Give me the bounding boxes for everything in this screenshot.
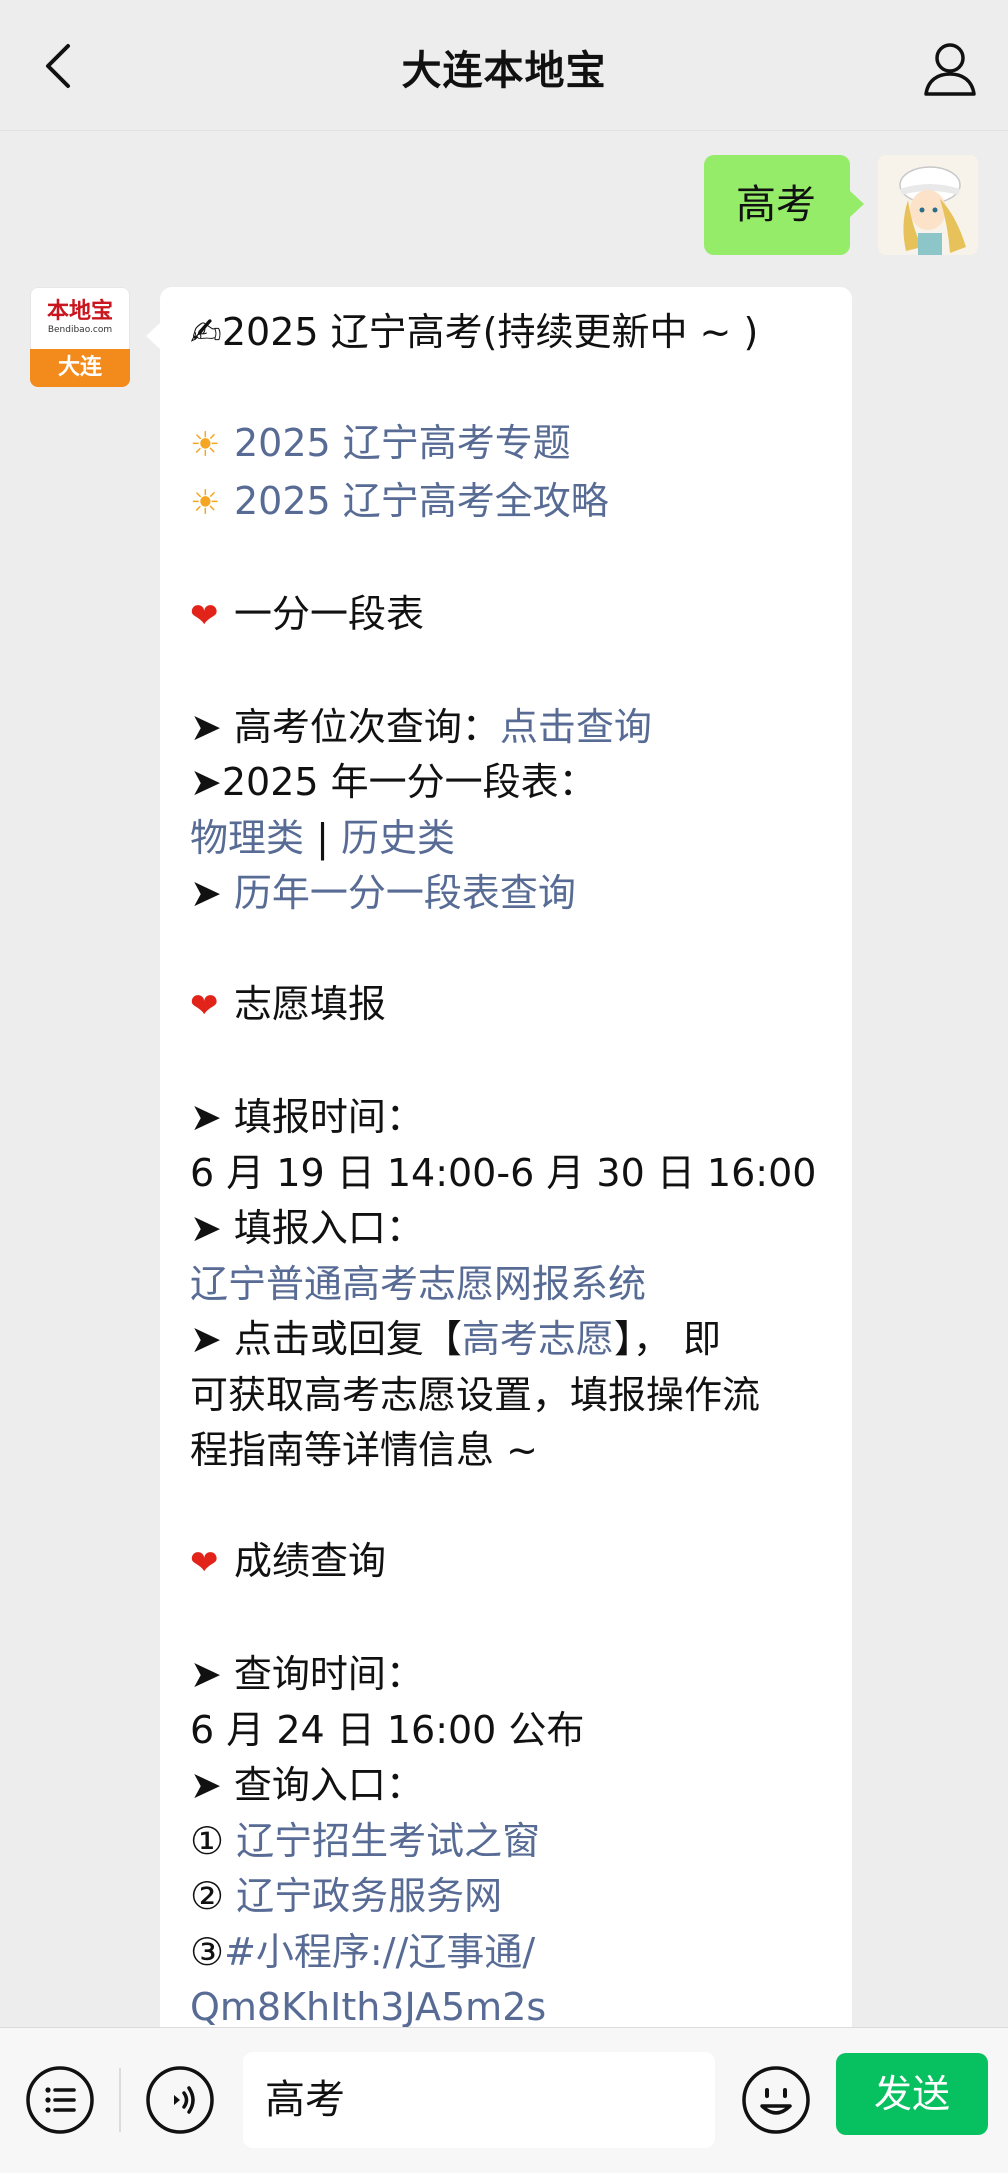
divider: [119, 2068, 121, 2132]
guide-link[interactable]: 2025 辽宁高考全攻略: [234, 479, 609, 523]
profile-button[interactable]: [918, 36, 982, 100]
reply-line-2: 可获取高考志愿设置，填报操作流: [190, 1372, 761, 1417]
query-time-label: ➤ 查询时间：: [190, 1652, 424, 1696]
heart-icon: ❤: [190, 1543, 219, 1583]
sun-icon: ☀: [190, 482, 221, 523]
user-message-row: 高考: [578, 155, 978, 257]
voice-icon: [146, 2066, 214, 2134]
link-separator: |: [304, 815, 341, 860]
reply-keyword-link[interactable]: 高考志愿: [462, 1317, 614, 1361]
voice-button[interactable]: [144, 2064, 216, 2136]
category-links-row: 物理类 | 历史类: [190, 811, 822, 867]
avatar-logo-text: 本地宝: [46, 299, 113, 324]
query-entry-2-row: ② 辽宁政务服务网: [190, 1874, 503, 1918]
message-input-bar: 高考 发送: [0, 2027, 1008, 2173]
query-entry-3-cont: Qm8KhIth3JA5m2s: [190, 1980, 822, 2027]
rank-query-row: ➤ 高考位次查询：点击查询: [190, 700, 822, 756]
section-score-table-title: ❤ 一分一段表: [190, 587, 822, 645]
exam-window-link[interactable]: 辽宁招生考试之窗: [236, 1819, 540, 1863]
fill-time-value: 6 月 19 日 14:00-6 月 30 日 16:00: [190, 1150, 817, 1195]
send-button[interactable]: 发送: [836, 2053, 988, 2135]
message-title: ✍2025 辽宁高考(持续更新中 ~ ): [190, 310, 759, 354]
fill-entry-label: ➤ 填报入口：: [190, 1206, 424, 1250]
query-time-value: 6 月 24 日 16:00 公布: [190, 1707, 585, 1752]
arrow-marker: ➤: [190, 871, 234, 915]
topic-link[interactable]: 2025 辽宁高考专题: [234, 421, 571, 465]
physics-link[interactable]: 物理类: [190, 816, 304, 860]
emoji-button[interactable]: [740, 2064, 812, 2136]
query-entry-label: ➤ 查询入口：: [190, 1763, 424, 1807]
fill-time-label: ➤ 填报时间：: [190, 1095, 424, 1139]
query-entry-3-row: ③#小程序://辽事通/: [190, 1929, 536, 1974]
history-link[interactable]: 历史类: [341, 816, 455, 860]
rank-query-link[interactable]: 点击查询: [500, 705, 652, 749]
menu-button[interactable]: [24, 2064, 96, 2136]
official-account-avatar[interactable]: 本地宝 Bendibao.com 大连: [30, 287, 130, 387]
mini-program-link-cont[interactable]: Qm8KhIth3JA5m2s: [190, 1985, 546, 2027]
avatar-logo-sub: Bendibao.com: [47, 325, 113, 335]
message-input[interactable]: 高考: [243, 2052, 715, 2148]
guide-link-row: ☀ 2025 辽宁高考全攻略: [190, 474, 822, 532]
bot-message-bubble: ✍2025 辽宁高考(持续更新中 ~ ) ☀ 2025 辽宁高考专题 ☀ 2025 …: [146, 287, 852, 2027]
fill-entry-row: 辽宁普通高考志愿网报系统: [190, 1257, 822, 1313]
section-application-title: ❤ 志愿填报: [190, 977, 822, 1035]
sun-icon: ☀: [190, 425, 221, 465]
user-message-bubble[interactable]: 高考: [704, 155, 864, 255]
rank-query-label: ➤ 高考位次查询：: [190, 704, 500, 749]
heart-icon: ❤: [190, 986, 219, 1026]
chat-area[interactable]: 高考 本地宝 Bendibao.com 大连 ✍2025 辽宁高考(持续更新中 …: [0, 131, 1008, 2027]
topic-link-row: ☀ 2025 辽宁高考专题: [190, 416, 822, 474]
heart-icon: ❤: [190, 595, 219, 636]
reply-line-3: 程指南等详情信息 ~: [190, 1428, 538, 1472]
past-tables-link[interactable]: 历年一分一段表查询: [234, 871, 576, 915]
user-avatar-image: [878, 155, 978, 255]
fill-entry-link[interactable]: 辽宁普通高考志愿网报系统: [190, 1262, 646, 1306]
list-menu-icon: [26, 2066, 94, 2134]
query-entry-1-row: ① 辽宁招生考试之窗: [190, 1818, 541, 1863]
user-avatar[interactable]: [878, 155, 978, 255]
page-title: 大连本地宝: [401, 48, 607, 94]
mini-program-link[interactable]: #小程序://辽事通/: [224, 1930, 535, 1974]
gov-service-link[interactable]: 辽宁政务服务网: [236, 1874, 502, 1918]
score-table-label: ➤2025 年一分一段表：: [190, 760, 597, 804]
section-score-query-title: ❤ 成绩查询: [190, 1534, 822, 1592]
reply-row: ➤ 点击或回复【高考志愿】， 即: [190, 1317, 722, 1361]
emoji-icon: [742, 2066, 810, 2134]
past-tables-row: ➤ 历年一分一段表查询: [190, 866, 822, 922]
top-navigation-bar: 大连本地宝: [0, 0, 1008, 131]
avatar-city: 大连: [30, 349, 130, 387]
person-icon: [924, 43, 976, 96]
avatar-logo: 本地宝 Bendibao.com: [30, 287, 130, 349]
